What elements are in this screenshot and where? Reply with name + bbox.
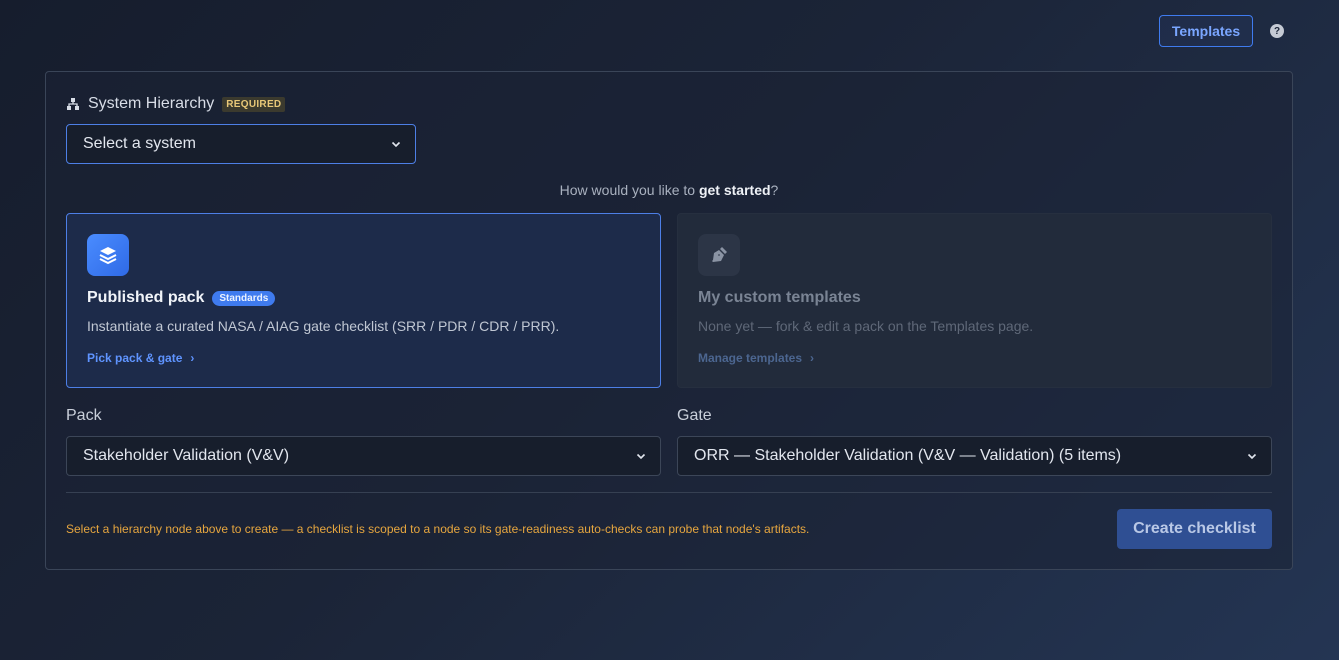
hierarchy-label: System Hierarchy — [88, 95, 215, 112]
templates-button[interactable]: Templates — [1159, 15, 1253, 47]
prompt-suffix: ? — [770, 182, 779, 198]
footer-divider — [66, 492, 1272, 493]
gate-label: Gate — [677, 407, 712, 424]
manage-templates-link[interactable]: Manage templates › — [698, 351, 814, 365]
chevron-down-icon — [636, 453, 646, 460]
required-badge: REQUIRED — [222, 96, 286, 112]
chevron-right-icon: › — [810, 351, 815, 365]
manage-templates-label: Manage templates — [698, 351, 803, 365]
pack-label: Pack — [66, 407, 102, 424]
pick-pack-gate-link[interactable]: Pick pack & gate › — [87, 351, 194, 365]
top-bar: Templates ? — [0, 15, 1339, 47]
hierarchy-icon — [67, 98, 79, 110]
create-checklist-button[interactable]: Create checklist — [1117, 509, 1272, 549]
hierarchy-header: System Hierarchy REQUIRED — [66, 95, 286, 113]
pack-select-value: Stakeholder Validation (V&V) — [83, 447, 290, 464]
help-icon[interactable]: ? — [1270, 24, 1284, 38]
custom-templates-title: My custom templates — [698, 289, 861, 306]
hierarchy-warning: Select a hierarchy node above to create … — [66, 522, 810, 536]
chevron-down-icon — [1247, 453, 1257, 460]
standards-badge: Standards — [212, 290, 276, 306]
published-pack-card[interactable]: Published pack Standards Instantiate a c… — [66, 213, 661, 388]
custom-templates-card[interactable]: My custom templates None yet — fork & ed… — [677, 213, 1272, 388]
pick-pack-gate-label: Pick pack & gate — [87, 351, 183, 365]
chevron-down-icon — [391, 141, 401, 148]
gate-select-value: ORR — Stakeholder Validation (V&V — Vali… — [694, 447, 1122, 464]
prompt-prefix: How would you like to — [559, 182, 699, 198]
pack-select[interactable]: Stakeholder Validation (V&V) — [66, 436, 661, 476]
published-pack-description: Instantiate a curated NASA / AIAG gate c… — [87, 318, 560, 334]
chevron-right-icon: › — [190, 351, 195, 365]
create-checklist-panel: System Hierarchy REQUIRED Select a syste… — [45, 71, 1293, 570]
custom-templates-description: None yet — fork & edit a pack on the Tem… — [698, 318, 1034, 334]
get-started-prompt: How would you like to get started? — [46, 182, 1292, 198]
prompt-bold: get started — [698, 182, 771, 198]
gate-select[interactable]: ORR — Stakeholder Validation (V&V — Vali… — [677, 436, 1272, 476]
layers-icon — [87, 234, 129, 276]
system-select[interactable]: Select a system — [66, 124, 416, 164]
published-pack-title-row: Published pack Standards — [87, 289, 276, 307]
published-pack-title: Published pack — [87, 289, 205, 306]
system-select-value: Select a system — [83, 135, 196, 152]
pen-nib-icon — [698, 234, 740, 276]
